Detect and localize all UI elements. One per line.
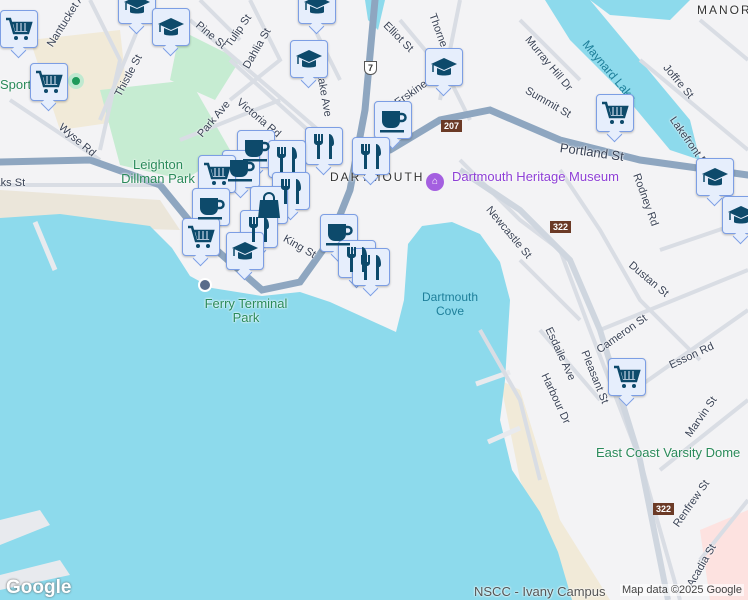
museum-icon[interactable]: ⌂ (426, 173, 444, 191)
graduation-cap-icon (294, 44, 324, 74)
school-marker[interactable] (290, 40, 328, 78)
museum-label[interactable]: Dartmouth Heritage Museum (452, 170, 619, 184)
park-label: East Coast Varsity Dome (596, 445, 741, 460)
cafe-marker[interactable] (374, 101, 412, 139)
restaurant-icon (309, 131, 339, 161)
shopping-marker[interactable] (608, 358, 646, 396)
route-shield: 322 (653, 503, 675, 515)
route-shield: 322 (550, 221, 572, 233)
school-marker[interactable] (696, 158, 734, 196)
water-label: Dartmouth Cove (421, 290, 479, 318)
cafe-marker[interactable] (192, 188, 230, 226)
campus-label[interactable]: NSCC - Ivany Campus (474, 584, 605, 599)
school-marker[interactable] (226, 232, 264, 270)
shopping-cart-icon (186, 222, 216, 252)
map-canvas[interactable] (0, 0, 748, 600)
park-label: Ferry Terminal Park (204, 296, 288, 325)
park-label: Leighton Dillman Park (121, 157, 195, 186)
shopping-marker[interactable] (0, 10, 38, 48)
graduation-cap-icon (429, 52, 459, 82)
restaurant-marker[interactable] (268, 140, 306, 178)
graduation-cap-icon (726, 200, 748, 230)
graduation-cap-icon (122, 0, 152, 20)
school-marker[interactable] (298, 0, 336, 24)
shopping-cart-icon (4, 14, 34, 44)
shopping-cart-icon (600, 98, 630, 128)
street-label: Oaks St (0, 177, 26, 189)
restaurant-icon (356, 252, 386, 282)
graduation-cap-icon (700, 162, 730, 192)
shopping-cart-icon (34, 67, 64, 97)
park-label: Sport (0, 77, 32, 92)
school-marker[interactable] (152, 8, 190, 46)
shopping-marker[interactable] (30, 63, 68, 101)
shopping-cart-icon (612, 362, 642, 392)
restaurant-icon (272, 144, 302, 174)
coffee-cup-icon (378, 105, 408, 135)
route-shield: 7 (364, 61, 378, 75)
ferry-icon[interactable] (198, 278, 212, 292)
google-logo: Google (6, 577, 72, 598)
graduation-cap-icon (302, 0, 332, 20)
school-marker[interactable] (425, 48, 463, 86)
shopping-marker[interactable] (182, 218, 220, 256)
coffee-cup-icon (196, 192, 226, 222)
shopping-marker[interactable] (596, 94, 634, 132)
route-shield: 207 (441, 120, 463, 132)
school-marker[interactable] (722, 196, 748, 234)
graduation-cap-icon (230, 236, 260, 266)
area-label: MANOR (697, 3, 748, 17)
shopping-marker[interactable] (198, 155, 236, 193)
map-copyright[interactable]: Map data ©2025 Google (619, 584, 744, 596)
restaurant-icon (356, 141, 386, 171)
restaurant-marker[interactable] (352, 248, 390, 286)
shopping-cart-icon (202, 159, 232, 189)
restaurant-marker[interactable] (352, 137, 390, 175)
restaurant-marker[interactable] (305, 127, 343, 165)
graduation-cap-icon (156, 12, 186, 42)
school-marker[interactable] (118, 0, 156, 24)
park-pin-icon[interactable] (68, 73, 84, 89)
